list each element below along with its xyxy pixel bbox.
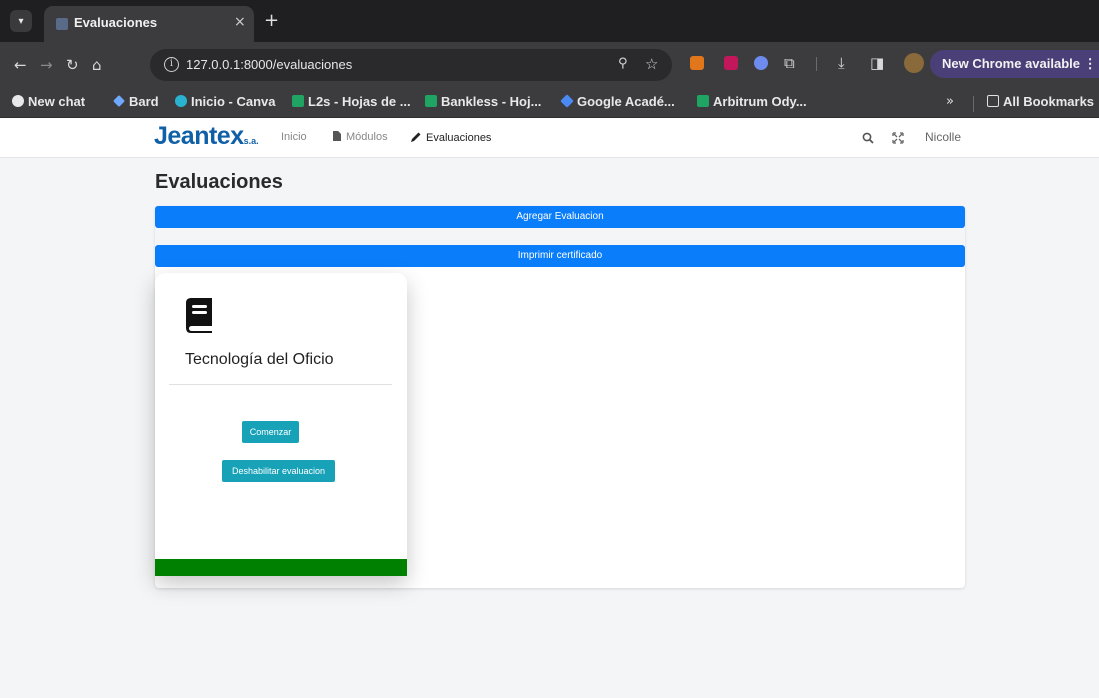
tab-search-icon[interactable]: ▾ bbox=[10, 10, 32, 32]
side-panel-icon[interactable]: ◨ bbox=[870, 54, 884, 72]
card-divider bbox=[169, 384, 392, 385]
evaluation-card: Tecnología del Oficio Comenzar Deshabili… bbox=[155, 273, 407, 576]
page-title: Evaluaciones bbox=[155, 171, 283, 193]
bookmarks-bar: New chat Bard Inicio - Canva L2s - Hojas… bbox=[0, 88, 1099, 118]
start-evaluation-button[interactable]: Comenzar bbox=[242, 421, 299, 443]
home-icon[interactable]: ⌂ bbox=[92, 56, 102, 74]
scholar-icon bbox=[560, 94, 574, 108]
chrome-update-label: New Chrome available bbox=[942, 56, 1080, 71]
bookmark-label: New chat bbox=[28, 94, 86, 109]
user-menu[interactable]: Nicolle bbox=[925, 130, 961, 144]
tab-favicon-icon bbox=[56, 18, 68, 30]
close-tab-icon[interactable]: × bbox=[234, 14, 246, 30]
button-spacer bbox=[155, 228, 965, 245]
bookmark-label: L2s - Hojas de ... bbox=[308, 94, 411, 109]
nav-link-inicio[interactable]: Inicio bbox=[281, 131, 307, 143]
browser-tab-strip: ▾ Evaluaciones × + bbox=[0, 0, 1099, 42]
profile-avatar[interactable] bbox=[904, 53, 924, 73]
book-icon bbox=[186, 298, 212, 333]
more-menu-icon[interactable]: ⋮ bbox=[1084, 56, 1097, 71]
nav-link-evaluaciones[interactable]: Evaluaciones bbox=[410, 131, 491, 144]
search-icon[interactable] bbox=[862, 132, 874, 144]
document-icon bbox=[333, 131, 341, 141]
extension-icon[interactable] bbox=[724, 56, 738, 70]
tab-title: Evaluaciones bbox=[74, 15, 158, 30]
site-navbar: Jeantexs.a. Inicio Módulos Evaluaciones … bbox=[0, 118, 1099, 158]
nav-link-modulos[interactable]: Módulos bbox=[333, 131, 388, 143]
browser-tab[interactable]: Evaluaciones × bbox=[44, 6, 254, 42]
brand-name: Jeantex bbox=[154, 122, 244, 150]
extension-icon-2[interactable] bbox=[754, 56, 768, 70]
bookmark-arbitrum[interactable]: Arbitrum Ody... bbox=[697, 94, 807, 109]
nav-link-modulos-label: Módulos bbox=[346, 131, 388, 143]
sheets-icon bbox=[697, 95, 709, 107]
bookmark-google-academico[interactable]: Google Acadé... bbox=[560, 94, 675, 109]
new-tab-icon[interactable]: + bbox=[264, 10, 279, 31]
bookmark-label: Google Acadé... bbox=[577, 94, 675, 109]
toolbar-divider bbox=[816, 57, 817, 71]
bookmark-bankless[interactable]: Bankless - Hoj... bbox=[425, 94, 541, 109]
back-icon[interactable]: ← bbox=[14, 56, 27, 74]
bookmark-bard[interactable]: Bard bbox=[113, 94, 159, 109]
chrome-update-button[interactable]: New Chrome available ⋮ bbox=[930, 50, 1099, 78]
zoom-icon[interactable]: ⚲ bbox=[618, 56, 628, 71]
bookmark-star-icon[interactable]: ☆ bbox=[645, 55, 658, 73]
disable-evaluation-button[interactable]: Deshabilitar evaluacion bbox=[222, 460, 335, 482]
forward-icon[interactable]: → bbox=[40, 56, 53, 74]
brand-logo[interactable]: Jeantexs.a. bbox=[154, 122, 259, 151]
fullscreen-icon[interactable] bbox=[892, 132, 904, 144]
address-url[interactable]: 127.0.0.1:8000/evaluaciones bbox=[186, 57, 352, 72]
print-certificate-button[interactable]: Imprimir certificado bbox=[155, 245, 965, 267]
all-bookmarks-button[interactable]: All Bookmarks bbox=[987, 94, 1094, 109]
reload-icon[interactable]: ↻ bbox=[66, 56, 79, 74]
add-evaluation-button[interactable]: Agregar Evaluacion bbox=[155, 206, 965, 228]
sparkle-icon bbox=[113, 95, 125, 107]
metamask-extension-icon[interactable] bbox=[690, 56, 704, 70]
canva-icon bbox=[175, 95, 187, 107]
brand-suffix: s.a. bbox=[243, 136, 259, 146]
folder-icon bbox=[987, 95, 999, 107]
sheets-icon bbox=[425, 95, 437, 107]
bookmark-l2s[interactable]: L2s - Hojas de ... bbox=[292, 94, 411, 109]
sheets-icon bbox=[292, 95, 304, 107]
card-title: Tecnología del Oficio bbox=[185, 351, 334, 368]
bookmarks-overflow-icon[interactable]: » bbox=[946, 94, 954, 109]
card-status-bar bbox=[155, 559, 407, 576]
bookmark-canva[interactable]: Inicio - Canva bbox=[175, 94, 276, 109]
bookmark-new-chat[interactable]: New chat bbox=[12, 94, 85, 109]
openai-icon bbox=[12, 95, 24, 107]
address-bar[interactable]: i 127.0.0.1:8000/evaluaciones ⚲ ☆ bbox=[150, 49, 672, 81]
bookmarks-divider bbox=[973, 96, 974, 112]
bookmark-label: Inicio - Canva bbox=[191, 94, 276, 109]
bookmark-label: Bard bbox=[129, 94, 159, 109]
nav-link-evaluaciones-label: Evaluaciones bbox=[426, 132, 492, 144]
all-bookmarks-label: All Bookmarks bbox=[1003, 94, 1095, 109]
extensions-puzzle-icon[interactable]: ⧉ bbox=[784, 54, 795, 72]
bookmark-label: Bankless - Hoj... bbox=[441, 94, 542, 109]
bookmark-label: Arbitrum Ody... bbox=[713, 94, 807, 109]
site-info-icon[interactable]: i bbox=[164, 57, 179, 72]
pencil-icon bbox=[411, 132, 421, 142]
download-icon[interactable]: ⤓ bbox=[838, 54, 845, 72]
